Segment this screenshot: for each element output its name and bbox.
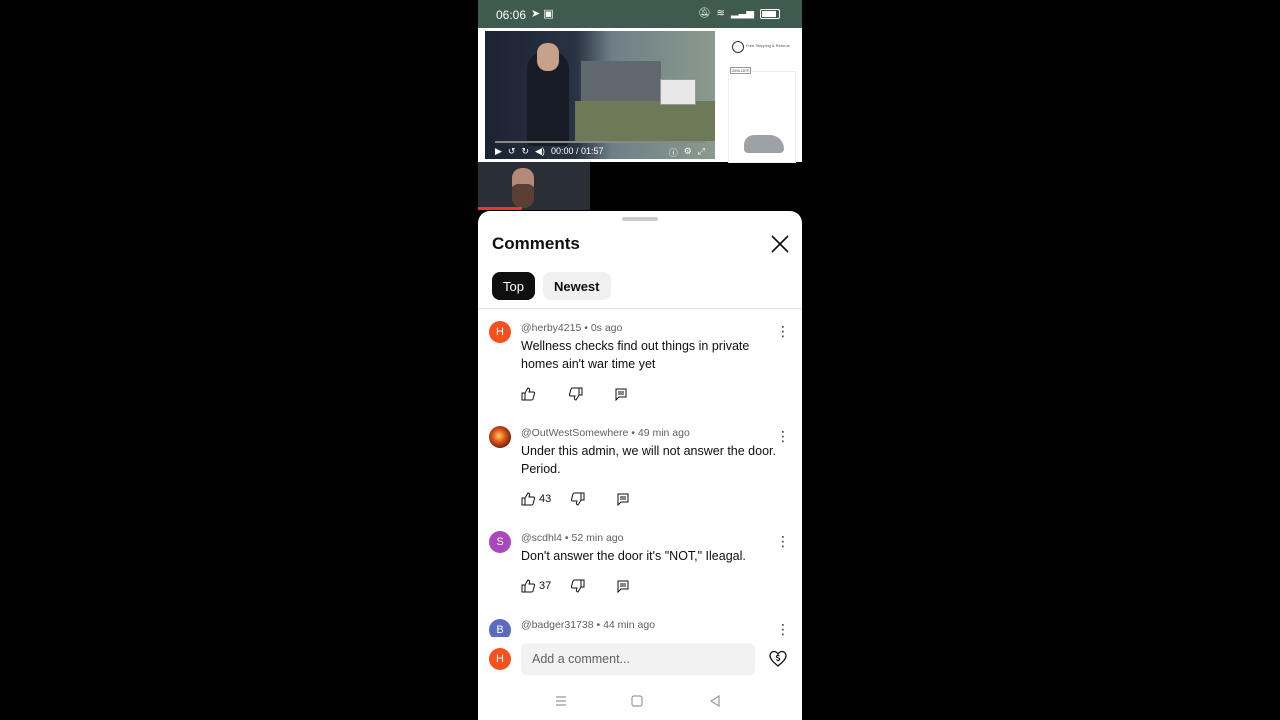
comments-title: Comments xyxy=(492,234,580,253)
comment-time: 44 min ago xyxy=(603,619,656,631)
ad-badge: 25% OFF xyxy=(730,67,752,74)
phone-screen: 06:06 ➤ ▣ 🔕︎ ≋ ▂▃▅ ▶ ↺ ↻ ◀) 00:00 / 01:5… xyxy=(478,0,802,720)
comment-time: 52 min ago xyxy=(571,532,624,544)
reply-button[interactable] xyxy=(614,387,628,401)
streamer-beard xyxy=(512,184,534,208)
thumbs-down-icon xyxy=(571,579,585,593)
thumbs-up-icon xyxy=(521,387,535,401)
more-options-icon[interactable]: ⋮ xyxy=(776,429,790,444)
sort-tabs: Top Newest xyxy=(492,272,611,300)
comment-meta: @scdhl4 • 52 min ago xyxy=(521,532,624,544)
more-options-icon[interactable]: ⋮ xyxy=(776,534,790,549)
video-progress-bar[interactable] xyxy=(495,141,705,143)
rewind-icon[interactable]: ↺ xyxy=(508,146,516,157)
comment-author[interactable]: @scdhl4 xyxy=(521,532,562,544)
like-button[interactable] xyxy=(521,387,539,401)
cam-progress-bar xyxy=(478,207,522,210)
dislike-button[interactable] xyxy=(571,492,585,506)
signal-icon: ▂▃▅ xyxy=(730,8,754,19)
system-nav-bar xyxy=(478,681,802,720)
menu-icon[interactable] xyxy=(553,693,569,709)
play-icon[interactable]: ▶ xyxy=(495,146,502,157)
comment-input[interactable]: Add a comment... xyxy=(521,643,755,675)
back-triangle-icon[interactable] xyxy=(707,693,723,709)
video-player[interactable]: ▶ ↺ ↻ ◀) 00:00 / 01:57 ⓘ ⚙ ⤢ xyxy=(485,31,715,159)
reply-icon xyxy=(617,493,629,506)
avatar[interactable]: S xyxy=(489,531,511,553)
like-count: 43 xyxy=(539,493,552,505)
avatar[interactable] xyxy=(489,426,511,448)
comment-text: Don't answer the door it's "NOT," Ileaga… xyxy=(521,549,746,563)
status-left-icons: ➤ ▣ xyxy=(531,7,554,20)
volume-icon[interactable]: ◀) xyxy=(535,146,545,157)
forward-icon[interactable]: ↻ xyxy=(521,146,529,157)
reply-icon xyxy=(617,580,629,593)
comment-actions xyxy=(521,387,628,401)
more-options-icon[interactable]: ⋮ xyxy=(776,324,790,339)
reply-icon xyxy=(615,388,627,401)
video-time: 00:00 / 01:57 xyxy=(550,146,604,156)
thumbs-down-icon xyxy=(569,387,583,401)
dislike-button[interactable] xyxy=(569,387,583,401)
comment-meta: @herby4215 • 0s ago xyxy=(521,322,623,334)
thumbs-up-icon xyxy=(521,492,535,506)
drag-handle[interactable] xyxy=(622,217,658,221)
camera-icon: ▣ xyxy=(543,8,554,20)
comment-text: Under this admin, we will not answer the… xyxy=(521,444,776,476)
comment-meta: @badger31738 • 44 min ago xyxy=(521,619,656,631)
battery-icon xyxy=(760,8,780,19)
comment-actions: 37 xyxy=(521,579,630,593)
ad-logo-icon xyxy=(732,41,744,53)
ad-text: Free Shipping & Returns xyxy=(746,43,790,48)
comment-meta: @OutWestSomewhere • 49 min ago xyxy=(521,427,690,439)
reply-button[interactable] xyxy=(616,579,630,593)
info-icon[interactable]: ⓘ xyxy=(669,146,678,159)
ad-panel[interactable]: Free Shipping & Returns 25% OFF xyxy=(726,31,800,163)
video-grass xyxy=(575,101,715,141)
comments-sheet: Comments Top Newest H @herby4215 • 0s ag… xyxy=(478,211,802,720)
avatar: H xyxy=(489,648,511,670)
status-time: 06:06 xyxy=(496,8,527,22)
wifi-icon: ≋ xyxy=(716,8,725,19)
video-controls: ▶ ↺ ↻ ◀) 00:00 / 01:57 ⓘ ⚙ ⤢ xyxy=(485,139,715,159)
shoe-image xyxy=(744,135,784,153)
mute-icon: 🔕︎ xyxy=(697,8,711,19)
status-right-icons: 🔕︎ ≋ ▂▃▅ xyxy=(698,8,780,19)
like-button[interactable]: 43 xyxy=(521,492,551,506)
tab-newest[interactable]: Newest xyxy=(542,272,611,300)
comment-author[interactable]: @herby4215 xyxy=(521,322,581,334)
comment-text: Wellness checks find out things in priva… xyxy=(521,339,750,371)
comment-author[interactable]: @OutWestSomewhere xyxy=(521,427,628,439)
comment-actions: 43 xyxy=(521,492,630,506)
video-anchor-face xyxy=(537,43,559,71)
status-bar: 06:06 ➤ ▣ 🔕︎ ≋ ▂▃▅ xyxy=(478,0,802,28)
video-sign xyxy=(660,79,696,105)
tab-top[interactable]: Top xyxy=(492,272,535,300)
streamer-cam xyxy=(478,162,590,210)
comment-author[interactable]: @badger31738 xyxy=(521,619,594,631)
like-button[interactable]: 37 xyxy=(521,579,551,593)
like-count: 37 xyxy=(539,580,552,592)
telegram-icon: ➤ xyxy=(531,8,541,20)
comment-time: 0s ago xyxy=(590,322,623,334)
comments-list: H @herby4215 • 0s ago Wellness checks fi… xyxy=(478,309,802,637)
avatar[interactable]: B xyxy=(489,619,511,637)
comment-time: 49 min ago xyxy=(637,427,690,439)
more-options-icon[interactable]: ⋮ xyxy=(776,622,790,637)
video-building xyxy=(581,61,661,101)
dislike-button[interactable] xyxy=(571,579,585,593)
video-area: ▶ ↺ ↻ ◀) 00:00 / 01:57 ⓘ ⚙ ⤢ Free Shippi… xyxy=(478,28,802,163)
super-thanks-icon[interactable] xyxy=(768,649,788,669)
reply-button[interactable] xyxy=(616,492,630,506)
avatar[interactable]: H xyxy=(489,321,511,343)
thumbs-up-icon xyxy=(521,579,535,593)
close-icon[interactable] xyxy=(769,233,791,255)
home-square-icon[interactable] xyxy=(629,693,645,709)
fullscreen-icon[interactable]: ⤢ xyxy=(698,146,705,159)
comment-composer: H Add a comment... xyxy=(478,637,802,681)
thumbs-down-icon xyxy=(571,492,585,506)
settings-icon[interactable]: ⚙ xyxy=(684,146,692,159)
